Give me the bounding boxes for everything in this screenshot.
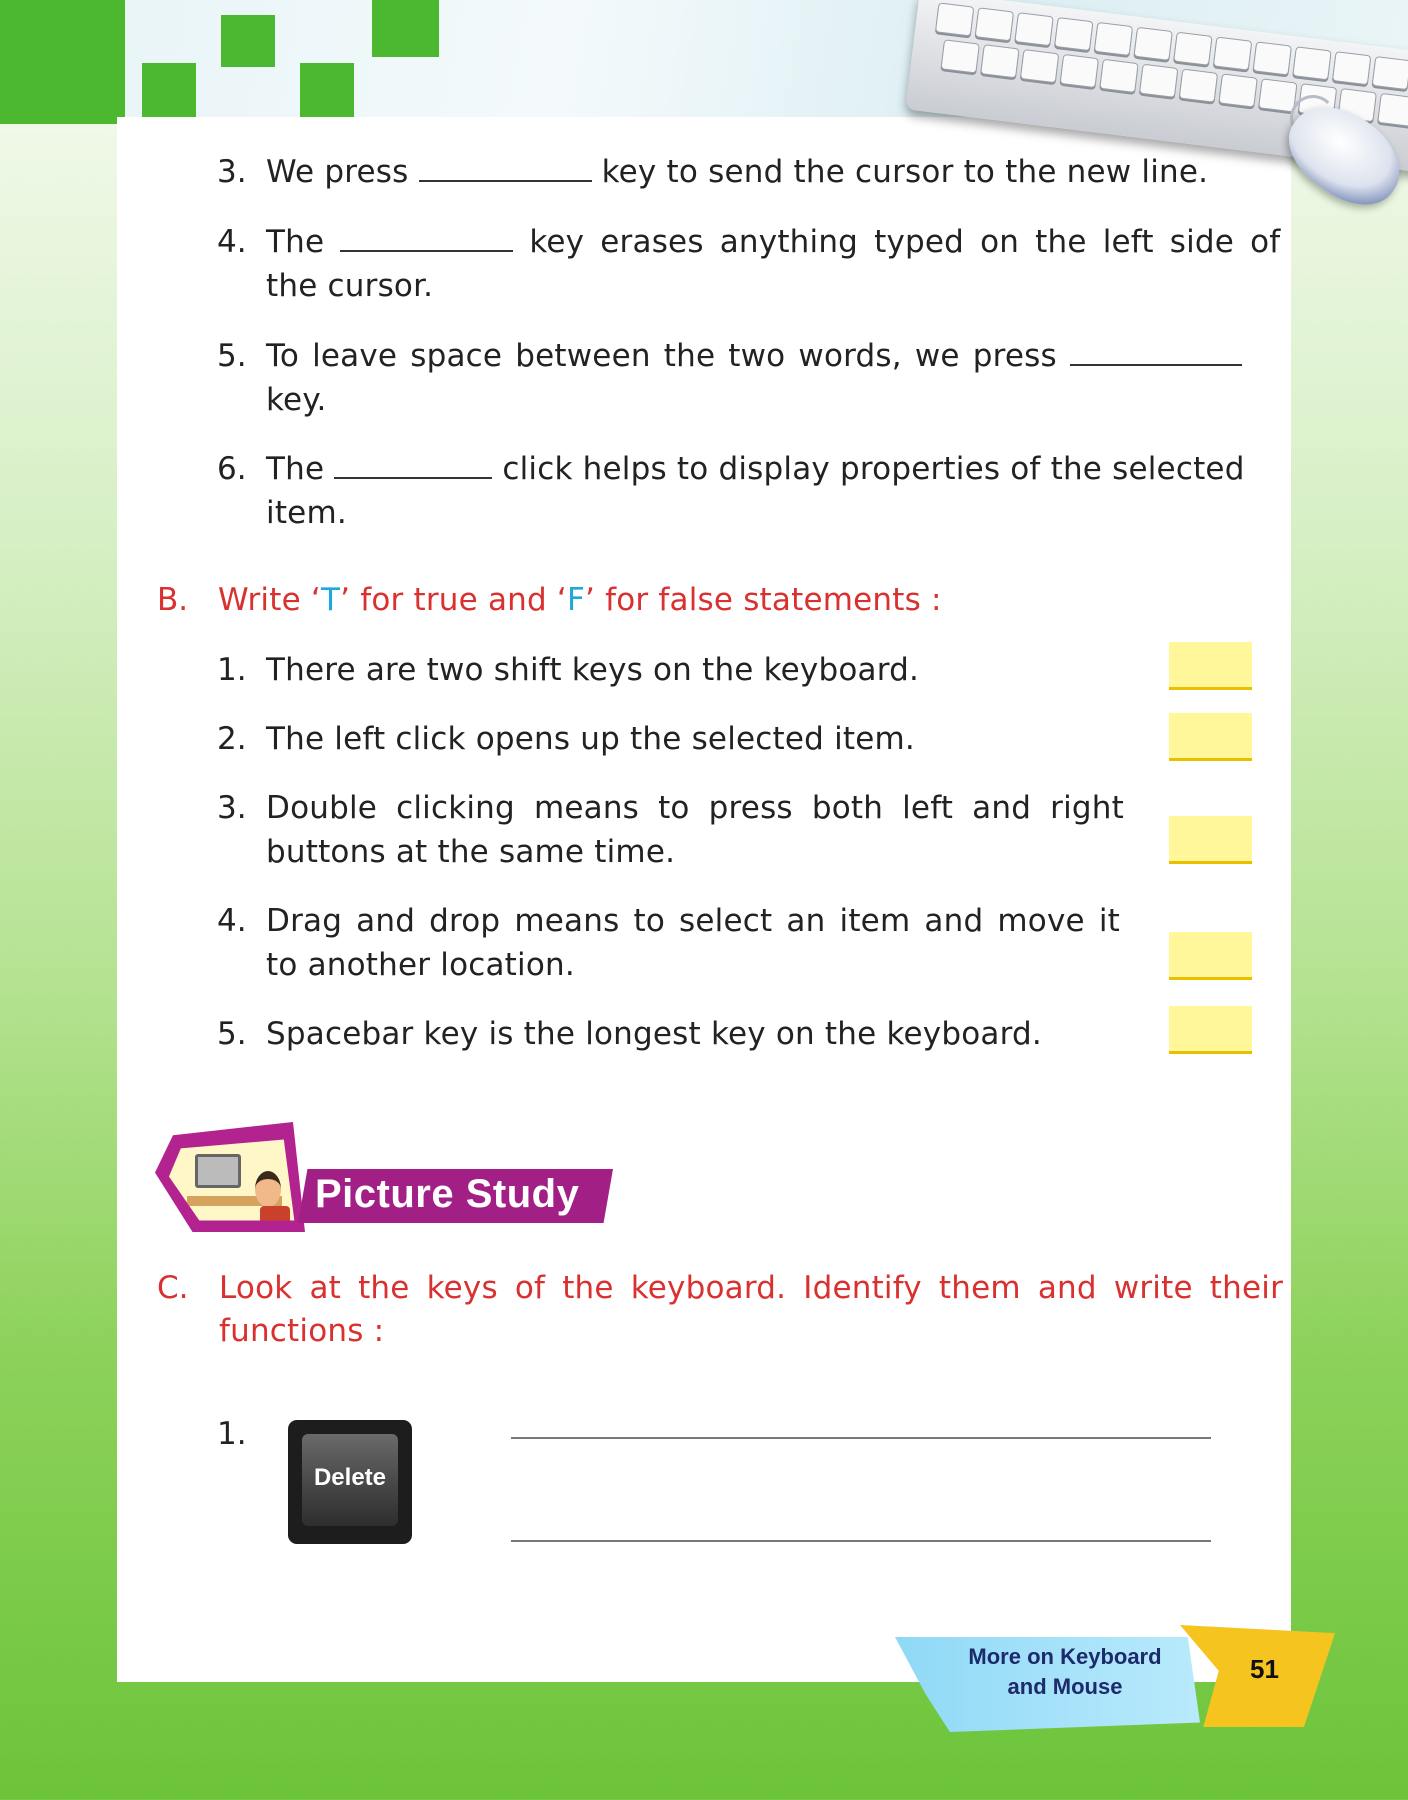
item-number: 1. [217,652,247,688]
section-c-heading-cont: functions : [219,1313,385,1349]
green-square [300,63,354,117]
heading-text: Write ‘ [218,582,321,618]
tf-answer-box[interactable] [1169,816,1252,864]
statement-text: Spacebar key is the longest key on the k… [266,1016,1042,1052]
answer-blank[interactable] [340,249,514,252]
true-letter: T [320,582,341,618]
item-number: 5. [217,1016,247,1052]
item-continuation: key. [266,382,327,418]
item-number: 6. [217,451,247,487]
chapter-title-line: and Mouse [1007,1674,1123,1699]
monitor-icon [195,1154,241,1188]
child-icon [255,1171,281,1207]
tf-answer-box[interactable] [1169,932,1252,980]
delete-key-image: Delete [288,1420,412,1544]
section-c-heading: Look at the keys of the keyboard. Identi… [219,1270,1284,1306]
item-number: 4. [217,903,247,939]
item-text: We press [266,154,419,190]
item-text: The [266,451,335,487]
green-square [221,15,275,67]
green-corner-block [0,0,125,124]
item-number: 4. [217,224,247,260]
statement-text: There are two shift keys on the keyboard… [266,652,920,688]
answer-blank[interactable] [418,179,592,182]
section-b-letter: B. [157,582,189,618]
item-number: 5. [217,338,247,374]
picture-study-title: Picture Study [315,1172,580,1216]
item-continuation: item. [266,495,347,531]
tf-answer-box[interactable] [1169,1006,1252,1054]
item-continuation: the cursor. [266,268,434,304]
false-letter: F [566,582,586,618]
chapter-title-line: More on Keyboard [968,1644,1162,1669]
section-b-heading: Write ‘T’ for true and ‘F’ for false sta… [218,582,942,618]
green-square [372,0,439,57]
green-square [142,63,196,117]
answer-blank[interactable] [1069,363,1242,366]
item-number: 2. [217,721,247,757]
tf-answer-box[interactable] [1169,713,1252,761]
statement-text: The left click opens up the selected ite… [266,721,915,757]
item-text: click helps to display properties of the… [492,451,1245,487]
statement-text: buttons at the same time. [266,834,676,870]
item-number: 3. [217,154,247,190]
fill-blank-item: The click helps to display properties of… [266,451,1245,487]
heading-text: ’ for true and ‘ [340,582,567,618]
item-text: key to send the cursor to the new line. [591,154,1209,190]
fill-blank-item: The key erases anything typed on the lef… [266,224,1280,260]
item-number: 1. [217,1416,247,1452]
delete-key-label: Delete [313,1464,387,1491]
picture-study-badge: Picture Study [155,1122,625,1242]
statement-text: Double clicking means to press both left… [266,790,1124,826]
item-text: To leave space between the two words, we… [266,338,1070,374]
chapter-title: More on Keyboard and Mouse [950,1642,1180,1702]
answer-line[interactable] [511,1437,1211,1439]
statement-text: Drag and drop means to select an item an… [266,903,1120,939]
heading-text: ’ for false statements : [585,582,942,618]
fill-blank-item: To leave space between the two words, we… [266,338,1242,374]
answer-blank[interactable] [334,476,493,479]
item-text: The [266,224,341,260]
tf-answer-box[interactable] [1169,642,1252,690]
page-number: 51 [1250,1654,1279,1684]
item-text: key erases anything typed on the left si… [513,224,1281,260]
fill-blank-item: We press key to send the cursor to the n… [266,154,1208,190]
answer-line[interactable] [511,1540,1211,1542]
item-number: 3. [217,790,247,826]
statement-text: to another location. [266,947,575,983]
section-c-letter: C. [157,1270,189,1306]
